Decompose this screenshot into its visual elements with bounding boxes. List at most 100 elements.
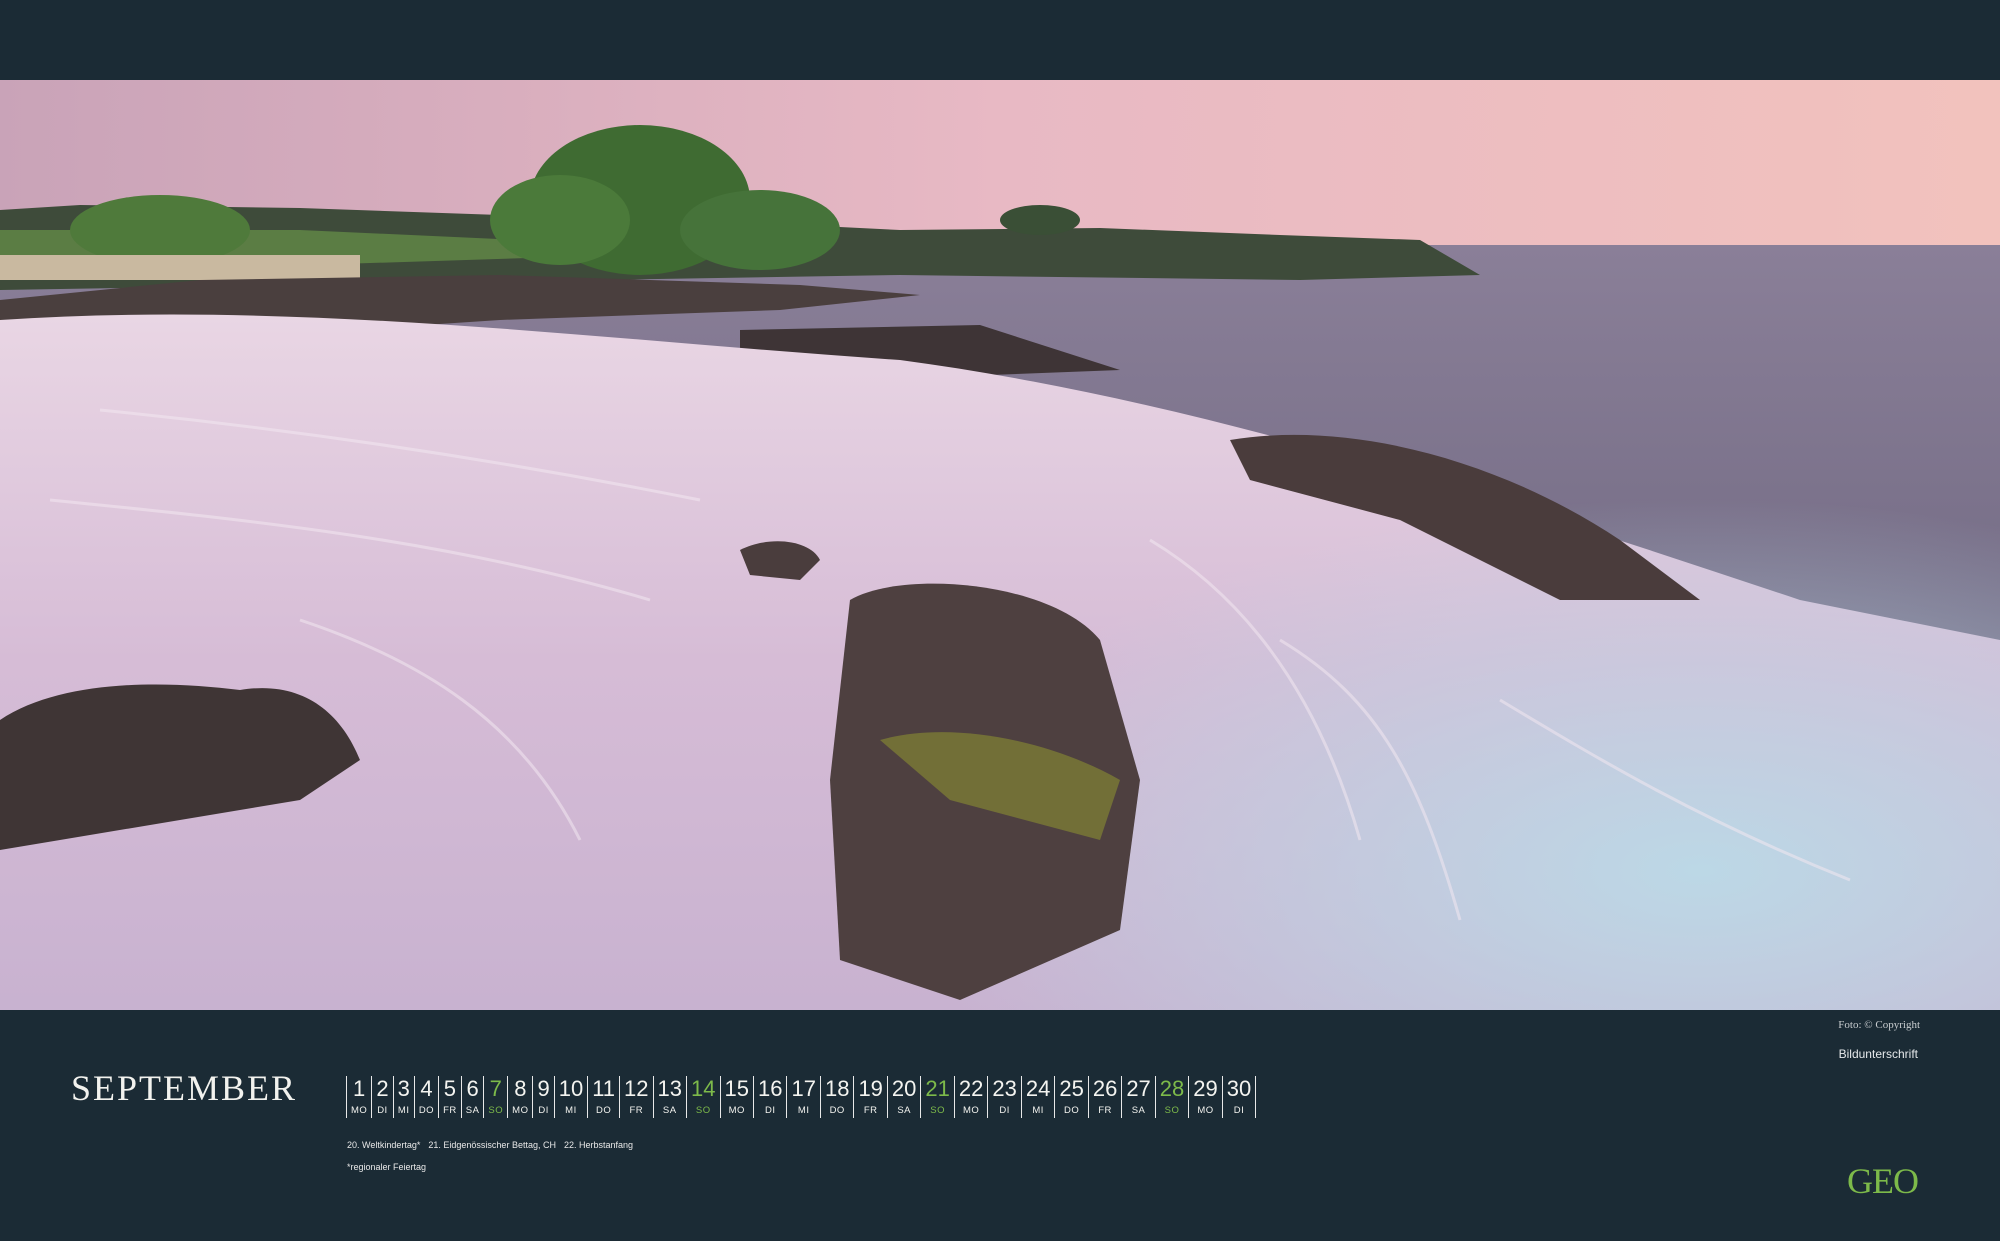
day-number: 22 [958,1076,984,1101]
day-number: 26 [1092,1076,1118,1101]
day-cell: 27 SA [1122,1076,1156,1118]
weekday-label: DO [596,1105,612,1116]
weekday-label: SO [930,1105,946,1116]
day-cell: 25 DO [1055,1076,1089,1118]
weekday-label: DI [1233,1105,1245,1116]
month-title: SEPTEMBER [71,1068,298,1108]
day-cell: 6 SA [462,1076,485,1118]
day-number: 10 [558,1076,584,1101]
weekday-label: SA [662,1105,677,1116]
weekday-label: SO [695,1105,711,1116]
day-cell: 5 FR [439,1076,462,1118]
day-number: 4 [420,1076,433,1101]
day-cell: 30 DI [1223,1076,1257,1118]
day-number: 15 [724,1076,749,1101]
day-number: 14 [691,1076,716,1101]
day-cell: 16 DI [754,1076,788,1118]
day-cell: 10 MI [555,1076,589,1118]
weekday-label: DO [418,1105,435,1116]
day-number: 3 [397,1076,410,1101]
weekday-label: DI [999,1105,1010,1116]
day-cell: 13 SA [654,1076,688,1118]
day-cell: 29 MO [1189,1076,1223,1118]
weekday-label: FR [629,1105,644,1116]
day-number: 2 [376,1076,389,1101]
day-number: 17 [791,1076,816,1101]
day-number: 27 [1126,1076,1151,1101]
weekday-label: FR [443,1105,457,1116]
day-cell: 18 DO [821,1076,855,1118]
day-cell: 15 MO [721,1076,754,1118]
weekday-label: MI [565,1105,577,1116]
day-number: 11 [592,1076,616,1101]
weekday-label: MI [397,1105,410,1116]
weekday-label: DI [764,1105,776,1116]
seascape-photo [0,80,2000,1010]
day-number: 13 [657,1076,683,1101]
day-cell: 19 FR [854,1076,888,1118]
day-strip: 1 MO 2 DI 3 MI 4 DO 5 FR 6 SA 7 SO 8 MO 9 DI 10 MI 11 DO 12 FR 1… [346,1076,1257,1118]
holiday-footnote: *regionaler Feiertag [347,1162,427,1172]
weekday-label: DO [829,1105,845,1116]
weekday-label: MI [1032,1105,1044,1116]
day-number: 20 [891,1076,917,1101]
weekday-label: SA [1131,1105,1146,1116]
day-cell: 14 SO [687,1076,721,1118]
weekday-label: DI [538,1105,549,1116]
weekday-label: MO [728,1105,745,1116]
day-cell: 22 MO [955,1076,989,1118]
weekday-label: MO [351,1105,368,1116]
weekday-label: SA [465,1105,480,1116]
day-cell: 20 SA [888,1076,922,1118]
day-number: 29 [1193,1076,1218,1101]
weekday-label: MO [962,1105,980,1116]
day-cell: 8 MO [508,1076,534,1118]
day-cell: 9 DI [533,1076,555,1118]
day-cell: 11 DO [588,1076,621,1118]
day-cell: 7 SO [484,1076,509,1118]
day-number: 18 [824,1076,850,1101]
weekday-label: FR [1098,1105,1112,1116]
day-cell: 17 MI [787,1076,821,1118]
day-number: 7 [489,1076,502,1101]
day-number: 16 [757,1076,783,1101]
day-cell: 26 FR [1089,1076,1123,1118]
weekday-label: DI [377,1105,388,1116]
day-number: 1 [353,1076,366,1101]
day-number: 25 [1059,1076,1084,1101]
top-band [0,0,2000,80]
day-cell: 12 FR [620,1076,654,1118]
holiday-notes: 20. Weltkindertag* 21. Eidgenössischer Be… [347,1140,633,1150]
weekday-label: SA [897,1105,911,1116]
day-number: 19 [858,1076,883,1101]
day-number: 9 [537,1076,550,1101]
day-number: 28 [1159,1076,1185,1101]
day-number: 21 [925,1076,950,1101]
day-number: 23 [992,1076,1017,1101]
weekday-label: SO [1164,1105,1180,1116]
day-cell: 3 MI [394,1076,415,1118]
photo-caption: Bildunterschrift [1838,1047,1918,1061]
weekday-label: MO [1197,1105,1214,1116]
weekday-label: DO [1063,1105,1080,1116]
day-cell: 4 DO [415,1076,440,1118]
day-number: 12 [624,1076,649,1101]
holiday-item: 21. Eidgenössischer Bettag, CH [428,1140,556,1150]
day-cell: 1 MO [347,1076,373,1118]
weekday-label: FR [863,1105,878,1116]
weekday-label: MI [797,1105,810,1116]
day-cell: 21 SO [921,1076,955,1118]
day-number: 8 [514,1076,527,1101]
day-cell: 2 DI [372,1076,394,1118]
day-cell: 24 MI [1022,1076,1056,1118]
weekday-label: MO [512,1105,529,1116]
photo-credit: Foto: © Copyright [1838,1019,1920,1031]
day-cell: 23 DI [988,1076,1022,1118]
day-number: 24 [1025,1076,1051,1101]
holiday-item: 22. Herbstanfang [563,1140,634,1150]
day-number: 30 [1226,1076,1252,1101]
holiday-item: 20. Weltkindertag* [347,1140,421,1150]
geo-logo: GEO [1847,1161,1919,1201]
day-number: 6 [466,1076,479,1101]
day-number: 5 [443,1076,457,1101]
